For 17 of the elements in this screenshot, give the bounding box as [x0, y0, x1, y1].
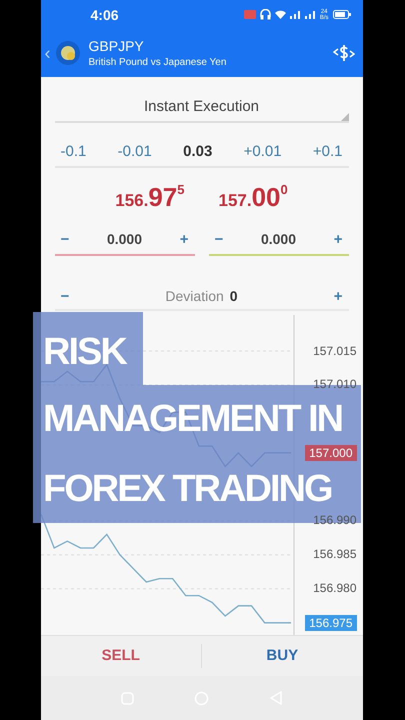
- price-axis-label: 157.010: [313, 377, 356, 392]
- status-time: 4:06: [90, 6, 119, 23]
- price-axis-label: 156.985: [313, 547, 356, 562]
- deviation-value: 0: [230, 288, 238, 304]
- price-axis-label: 156.980: [313, 581, 356, 596]
- caption-text: RISK: [43, 331, 126, 373]
- price-tag: 157.000: [305, 444, 356, 461]
- deviation-label: Deviation: [165, 288, 224, 304]
- price-axis-label: 157.015: [313, 344, 356, 358]
- caption-text: MANAGEMENT IN: [43, 398, 342, 440]
- price-tag: 156.975: [305, 614, 356, 631]
- caption-text: FOREX TRADING: [43, 468, 332, 510]
- level-value: 0.000: [106, 231, 142, 248]
- volume-value: 0.03: [183, 142, 212, 160]
- symbol-title: GBPJPY: [88, 38, 145, 54]
- symbol-description: British Pound vs Japanese Yen: [88, 57, 226, 68]
- level-value: 0.000: [260, 231, 296, 248]
